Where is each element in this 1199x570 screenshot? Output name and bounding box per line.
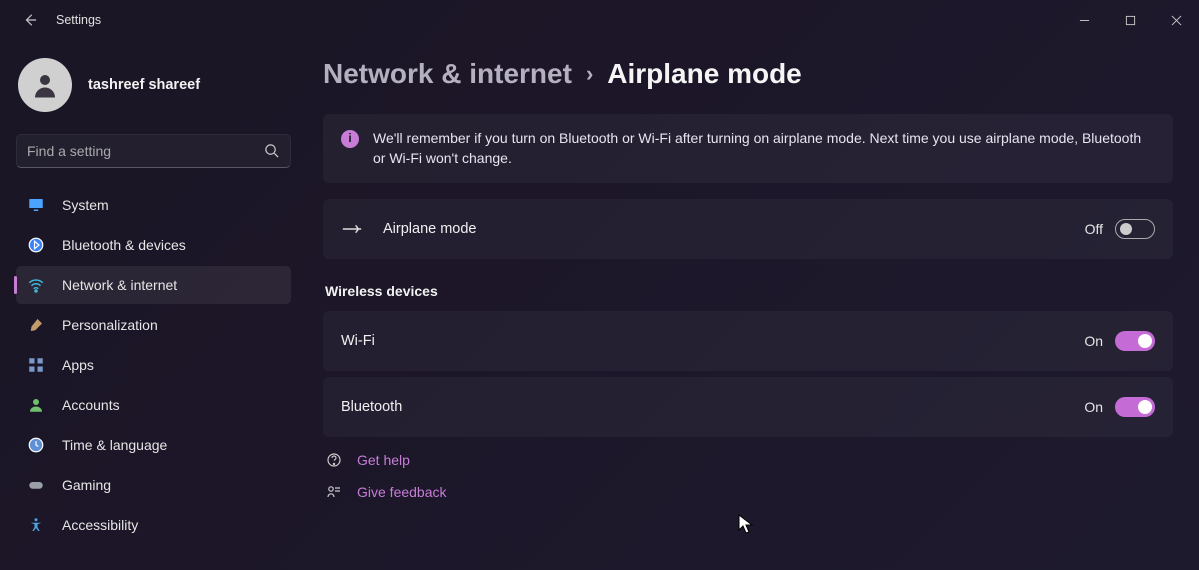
sidebar-item-gaming[interactable]: Gaming (16, 466, 291, 504)
sidebar-item-network[interactable]: Network & internet (16, 266, 291, 304)
sidebar-item-label: Personalization (62, 317, 158, 333)
sidebar-item-accessibility[interactable]: Accessibility (16, 506, 291, 544)
sidebar-item-label: Accounts (62, 397, 120, 413)
bluetooth-state: On (1084, 399, 1103, 415)
titlebar: Settings (0, 0, 1199, 40)
info-bar: i We'll remember if you turn on Bluetoot… (323, 114, 1173, 183)
avatar (18, 58, 72, 112)
nav-list: System Bluetooth & devices Network & inter… (16, 186, 291, 544)
chevron-right-icon: › (586, 61, 593, 87)
get-help-link[interactable]: Get help (325, 451, 1173, 469)
bluetooth-card[interactable]: BluetoothOn (323, 377, 1173, 437)
brush-icon (26, 315, 46, 335)
breadcrumb: Network & internet › Airplane mode (323, 58, 1173, 90)
sidebar-item-label: Bluetooth & devices (62, 237, 186, 253)
airplane-mode-state: Off (1085, 221, 1103, 237)
airplane-mode-label: Airplane mode (383, 221, 1085, 237)
bluetooth-icon (26, 235, 46, 255)
main-content: Network & internet › Airplane mode i We'… (305, 40, 1199, 570)
window-title: Settings (56, 13, 101, 27)
sidebar-item-personalization[interactable]: Personalization (16, 306, 291, 344)
sidebar-item-accounts[interactable]: Accounts (16, 386, 291, 424)
minimize-button[interactable] (1061, 0, 1107, 40)
breadcrumb-current: Airplane mode (607, 58, 801, 90)
sidebar-item-time[interactable]: Time & language (16, 426, 291, 464)
airplane-icon (341, 218, 363, 240)
wifi-icon (26, 275, 46, 295)
wifi-card[interactable]: Wi-FiOn (323, 311, 1173, 371)
user-name: tashreef shareef (88, 77, 200, 93)
info-icon: i (341, 130, 359, 148)
sidebar-item-label: Apps (62, 357, 94, 373)
breadcrumb-parent[interactable]: Network & internet (323, 58, 572, 90)
search-box[interactable] (16, 134, 291, 168)
user-row[interactable]: tashreef shareef (16, 50, 291, 130)
wifi-label: Wi-Fi (341, 333, 1084, 349)
give-feedback-label: Give feedback (357, 484, 447, 500)
give-feedback-link[interactable]: Give feedback (325, 483, 1173, 501)
get-help-label: Get help (357, 452, 410, 468)
help-icon (325, 451, 343, 469)
clock-icon (26, 435, 46, 455)
sidebar-item-label: Gaming (62, 477, 111, 493)
airplane-mode-card[interactable]: Airplane mode Off (323, 199, 1173, 259)
maximize-button[interactable] (1107, 0, 1153, 40)
back-button[interactable] (20, 10, 40, 30)
feedback-icon (325, 483, 343, 501)
sidebar-item-label: Accessibility (62, 517, 138, 533)
wifi-state: On (1084, 333, 1103, 349)
apps-icon (26, 355, 46, 375)
wireless-section-title: Wireless devices (325, 283, 1173, 299)
wifi-toggle[interactable] (1115, 331, 1155, 351)
sidebar-item-label: Network & internet (62, 277, 177, 293)
person-icon (26, 395, 46, 415)
gamepad-icon (26, 475, 46, 495)
close-button[interactable] (1153, 0, 1199, 40)
info-text: We'll remember if you turn on Bluetooth … (373, 128, 1155, 169)
monitor-icon (26, 195, 46, 215)
accessibility-icon (26, 515, 46, 535)
airplane-mode-toggle[interactable] (1115, 219, 1155, 239)
sidebar-item-bluetooth[interactable]: Bluetooth & devices (16, 226, 291, 264)
search-input[interactable] (27, 143, 264, 159)
sidebar-item-system[interactable]: System (16, 186, 291, 224)
sidebar: tashreef shareef System Bluetooth & devic… (0, 40, 305, 570)
sidebar-item-label: Time & language (62, 437, 167, 453)
search-icon (264, 143, 280, 159)
bluetooth-toggle[interactable] (1115, 397, 1155, 417)
sidebar-item-label: System (62, 197, 109, 213)
bluetooth-label: Bluetooth (341, 399, 1084, 415)
sidebar-item-apps[interactable]: Apps (16, 346, 291, 384)
